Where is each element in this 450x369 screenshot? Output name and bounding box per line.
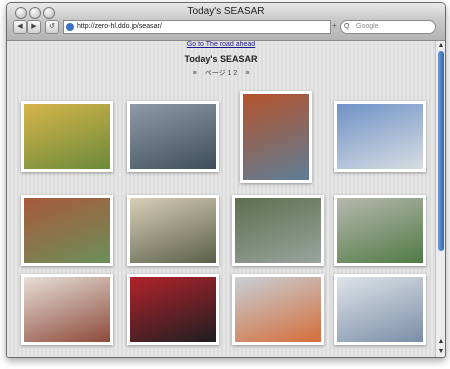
- photo-thumbnail-shisa-on-rock[interactable]: [334, 195, 426, 266]
- pager: ≡ ページ 1 2 ≡: [7, 68, 435, 78]
- photo-thumbnail-flower-pots[interactable]: [21, 101, 113, 172]
- photo-thumbnail-shisa-statue-stone[interactable]: [127, 101, 219, 172]
- photo-thumbnail-post-office-sign[interactable]: [334, 274, 426, 345]
- photo-image: [243, 94, 309, 180]
- photo-image: [130, 198, 216, 263]
- photo-image: [130, 104, 216, 169]
- photo-thumbnail-shisa-on-building[interactable]: [334, 101, 426, 172]
- address-bar[interactable]: http://zero-hl.ddo.jp/seasar/: [63, 20, 331, 34]
- photo-image: [24, 277, 110, 342]
- page-content: Go to The road ahead Today's SEASAR ≡ ペー…: [7, 41, 435, 357]
- photo-thumbnail-shisa-statue-red[interactable]: [240, 91, 312, 183]
- browser-window: Today's SEASAR ◀ ▶ ↺ http://zero-hl.ddo.…: [6, 2, 446, 358]
- pager-label[interactable]: ページ 1 2: [205, 70, 238, 77]
- page-heading: Today's SEASAR: [184, 54, 258, 64]
- scrollbar-thumb[interactable]: [438, 51, 444, 251]
- window-title: Today's SEASAR: [187, 6, 265, 17]
- scroll-down-icon[interactable]: ▼: [436, 347, 445, 357]
- scroll-up-icon[interactable]: ▲: [436, 41, 445, 51]
- photo-image: [235, 198, 321, 263]
- url-text: http://zero-hl.ddo.jp/seasar/: [77, 23, 162, 30]
- photo-thumbnail-station-ceiling[interactable]: [232, 274, 324, 345]
- photo-image: [337, 104, 423, 169]
- add-bookmark-button[interactable]: +: [332, 20, 337, 32]
- photo-image: [24, 198, 110, 263]
- road-ahead-link[interactable]: Go to The road ahead: [7, 41, 435, 48]
- photo-image: [337, 198, 423, 263]
- photo-thumbnail-shisa-at-house[interactable]: [21, 195, 113, 266]
- site-icon: [66, 23, 74, 31]
- reload-button[interactable]: ↺: [45, 20, 59, 34]
- photo-thumbnail-shisa-garden[interactable]: [232, 195, 324, 266]
- photo-image: [130, 277, 216, 342]
- vertical-scrollbar[interactable]: ▲ ▲ ▼: [435, 41, 445, 357]
- pager-next-icon[interactable]: ≡: [245, 70, 249, 77]
- search-placeholder: Google: [356, 23, 379, 30]
- title-bar: Today's SEASAR ◀ ▶ ↺ http://zero-hl.ddo.…: [7, 3, 445, 41]
- photo-image: [337, 277, 423, 342]
- search-icon: Q: [344, 23, 350, 30]
- scroll-up-arrow-icon[interactable]: ▲: [436, 337, 445, 347]
- back-button[interactable]: ◀: [13, 20, 27, 34]
- photo-thumbnail-painted-shisa-pair[interactable]: [21, 274, 113, 345]
- photo-image: [24, 104, 110, 169]
- photo-thumbnail-red-shisa-pair[interactable]: [127, 274, 219, 345]
- photo-image: [235, 277, 321, 342]
- pager-prev-icon[interactable]: ≡: [193, 70, 197, 77]
- photo-thumbnail-white-shisa[interactable]: [127, 195, 219, 266]
- search-field[interactable]: Q Google: [340, 20, 436, 34]
- forward-button[interactable]: ▶: [27, 20, 41, 34]
